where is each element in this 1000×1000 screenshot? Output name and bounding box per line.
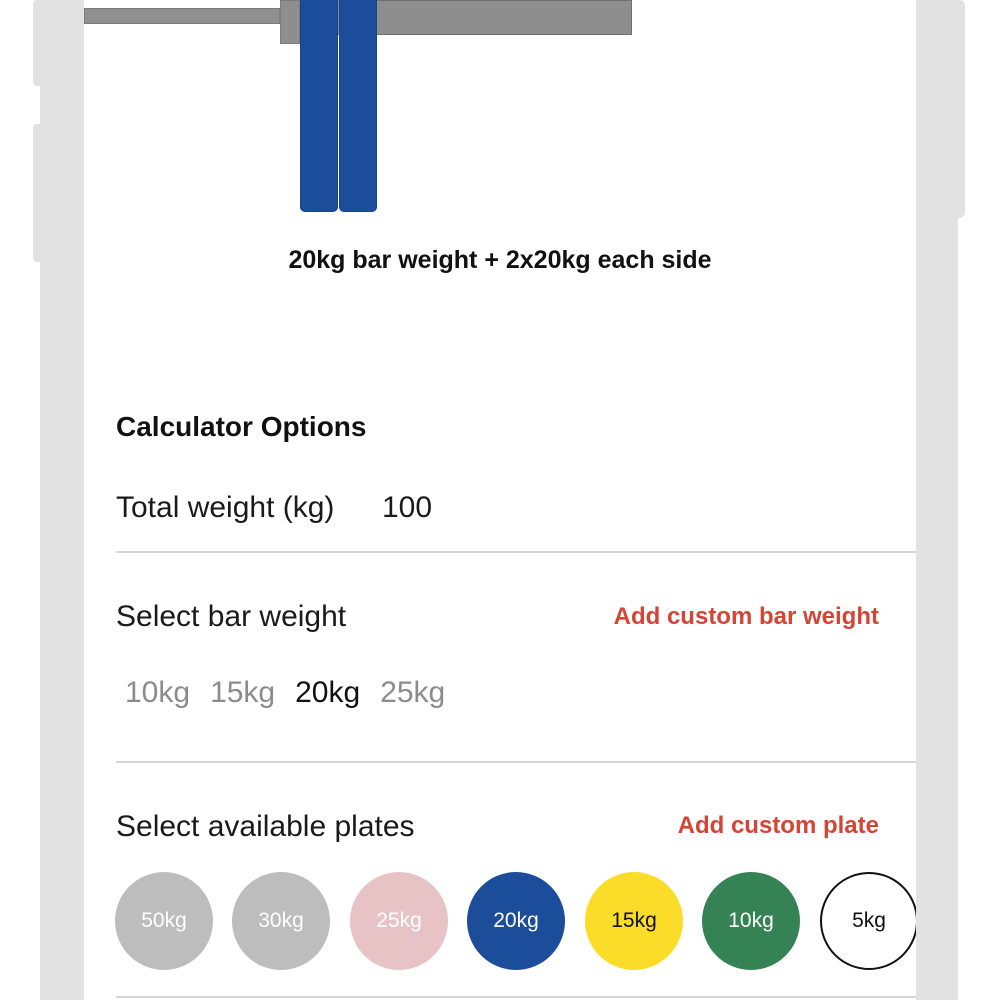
plate-chip[interactable]: 50kg (115, 872, 213, 970)
bar-weight-option[interactable]: 15kg (210, 676, 275, 710)
barbell-plate (339, 0, 377, 212)
phone-side-button (956, 0, 965, 218)
bar-weight-option[interactable]: 25kg (380, 676, 445, 710)
available-plates-label: Select available plates (116, 810, 415, 843)
barbell-plate (300, 0, 338, 212)
calculator-options-heading: Calculator Options (116, 411, 367, 442)
barbell-collar (280, 0, 300, 44)
total-weight-label: Total weight (kg) (116, 491, 335, 524)
add-custom-bar-weight-button[interactable]: Add custom bar weight (614, 603, 879, 631)
bar-weight-label: Select bar weight (116, 600, 347, 633)
bar-weight-option[interactable]: 20kg (295, 676, 360, 710)
plate-chip[interactable]: 20kg (467, 872, 565, 970)
plate-chip[interactable]: 15kg (585, 872, 683, 970)
plate-chip[interactable]: 5kg (820, 872, 916, 970)
app-screen: 20kg bar weight + 2x20kg each side Calcu… (84, 0, 916, 1000)
plate-chip[interactable]: 10kg (702, 872, 800, 970)
divider (116, 761, 916, 763)
bar-weight-option[interactable]: 10kg (125, 676, 190, 710)
phone-side-button (33, 124, 43, 262)
plate-chip[interactable]: 25kg (350, 872, 448, 970)
add-custom-plate-button[interactable]: Add custom plate (678, 812, 879, 840)
load-summary: 20kg bar weight + 2x20kg each side (288, 246, 712, 274)
bar-weight-options: 10kg 15kg 20kg 25kg (125, 676, 465, 710)
divider (116, 551, 916, 553)
total-weight-input[interactable] (382, 491, 582, 525)
phone-frame-left (40, 0, 84, 1000)
plate-chip[interactable]: 30kg (232, 872, 330, 970)
divider (116, 996, 916, 998)
phone-side-button (33, 0, 43, 86)
barbell-shaft (84, 8, 280, 24)
phone-frame-right (916, 0, 958, 1000)
